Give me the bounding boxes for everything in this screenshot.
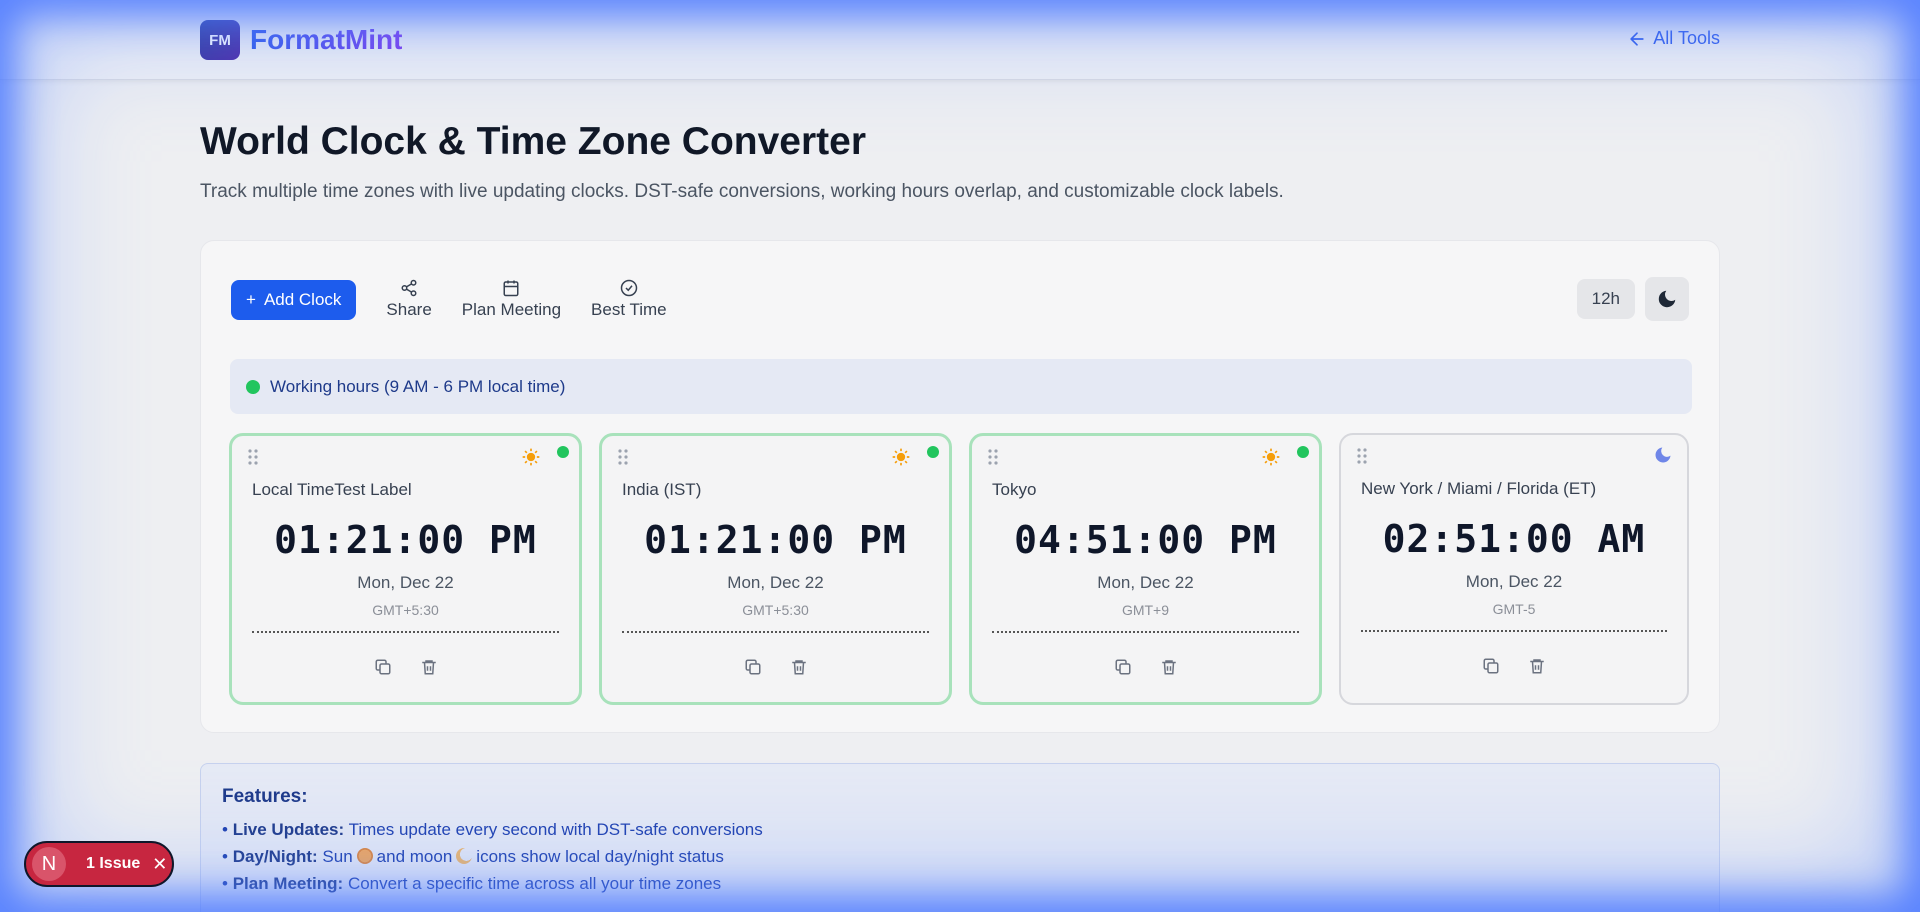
clock-actions: [972, 658, 1319, 676]
feature-text: Sun: [322, 847, 353, 866]
issue-badge[interactable]: N 1 Issue ✕: [24, 841, 174, 887]
feature-text: icons show local day/night status: [476, 847, 724, 866]
best-time-button[interactable]: Best Time: [591, 279, 667, 320]
clock-time: 01:21:00 PM: [644, 518, 907, 562]
copy-icon[interactable]: [1482, 657, 1500, 675]
issue-avatar: N: [32, 847, 66, 881]
features-heading: Features:: [222, 786, 308, 807]
drag-handle-icon[interactable]: [1355, 447, 1369, 465]
clock-label[interactable]: Tokyo: [992, 480, 1036, 500]
divider: [622, 631, 929, 633]
divider: [252, 631, 559, 633]
theme-toggle[interactable]: [1645, 277, 1689, 321]
feature-title: Live Updates:: [232, 820, 345, 839]
clock-label[interactable]: India (IST): [622, 480, 701, 500]
feature-item: • Day/Night: Sun and moon icons show local…: [222, 847, 724, 866]
divider: [992, 631, 1299, 633]
drag-handle-icon[interactable]: [986, 448, 1000, 466]
clock-list: Local TimeTest Label 01:21:00 PM Mon, De…: [229, 433, 1689, 705]
moon-icon: [1658, 290, 1676, 308]
moon-icon: [1655, 447, 1671, 463]
close-icon[interactable]: ✕: [152, 854, 167, 875]
working-status-dot: [927, 446, 939, 458]
sun-icon: [1262, 448, 1280, 466]
clock-actions: [1341, 657, 1687, 675]
calendar-icon: [503, 280, 519, 297]
features-box: Features: • Live Updates: Times update e…: [200, 763, 1720, 912]
toolbar: + Add Clock Share Plan Meeting Best Time: [231, 279, 667, 320]
all-tools-link[interactable]: All Tools: [1627, 28, 1720, 49]
clock-gmt-offset: GMT+5:30: [372, 602, 439, 618]
clock-label[interactable]: New York / Miami / Florida (ET): [1361, 479, 1596, 499]
feature-text: Times update every second with DST-safe …: [348, 820, 763, 839]
plus-icon: +: [246, 289, 256, 309]
drag-handle-icon[interactable]: [246, 448, 260, 466]
clock-date: Mon, Dec 22: [727, 573, 824, 592]
page-subtitle: Track multiple time zones with live upda…: [200, 181, 1284, 202]
sun-emoji-icon: [356, 848, 373, 864]
trash-icon[interactable]: [1528, 657, 1546, 675]
clock-card: India (IST) 01:21:00 PM Mon, Dec 22 GMT+…: [599, 433, 952, 705]
share-icon: [401, 279, 417, 297]
feature-item: • Live Updates: Times update every secon…: [222, 820, 763, 839]
working-status-dot: [557, 446, 569, 458]
share-button[interactable]: Share: [386, 279, 432, 320]
clock-time: 01:21:00 PM: [274, 518, 537, 562]
clock-card: New York / Miami / Florida (ET) 02:51:00…: [1339, 433, 1689, 705]
clock-actions: [602, 658, 949, 676]
working-hours-text: Working hours (9 AM - 6 PM local time): [270, 376, 566, 396]
clock-gmt-offset: GMT+9: [1121, 602, 1170, 618]
clock-card: Tokyo 04:51:00 PM Mon, Dec 22 GMT+9: [969, 433, 1322, 705]
clock-panel: + Add Clock Share Plan Meeting Best Time…: [200, 240, 1720, 733]
clock-card: Local TimeTest Label 01:21:00 PM Mon, De…: [229, 433, 582, 705]
feature-item: • Plan Meeting: Convert a specific time …: [222, 874, 722, 893]
sun-icon: [522, 448, 540, 466]
all-tools-label: All Tools: [1653, 28, 1720, 48]
feature-text: and moon: [376, 847, 453, 866]
plan-meeting-button[interactable]: Plan Meeting: [462, 279, 561, 320]
clock-gmt-offset: GMT+5:30: [742, 602, 809, 618]
add-clock-label: Add Clock: [263, 289, 342, 309]
copy-icon[interactable]: [374, 658, 392, 676]
share-label: Share: [386, 300, 432, 319]
copy-icon[interactable]: [1114, 658, 1132, 676]
working-hours-dot: [246, 379, 260, 394]
clock-date: Mon, Dec 22: [1097, 573, 1194, 592]
clock-date: Mon, Dec 22: [357, 573, 454, 592]
page-title: World Clock & Time Zone Converter: [200, 120, 867, 163]
best-time-label: Best Time: [591, 300, 667, 319]
divider: [1361, 630, 1667, 632]
view-controls: 12h: [1576, 277, 1689, 321]
feature-title: Day/Night:: [232, 847, 318, 866]
drag-handle-icon[interactable]: [616, 448, 630, 466]
clock-actions: [232, 658, 579, 676]
logo[interactable]: FM FormatMint: [200, 20, 402, 60]
working-hours-legend: Working hours (9 AM - 6 PM local time): [230, 359, 1692, 414]
clock-time: 02:51:00 AM: [1382, 517, 1646, 561]
clock-date: Mon, Dec 22: [1465, 572, 1563, 591]
issue-count: 1 Issue: [86, 855, 141, 872]
sun-icon: [892, 448, 910, 466]
feature-title: Plan Meeting:: [232, 874, 344, 893]
add-clock-button[interactable]: + Add Clock: [231, 279, 357, 320]
logo-text: FormatMint: [250, 24, 403, 55]
moon-emoji-icon: [456, 848, 473, 864]
working-status-dot: [1297, 446, 1309, 458]
time-format-toggle[interactable]: 12h: [1576, 279, 1635, 319]
feature-text: Convert a specific time across all your …: [347, 874, 722, 893]
arrow-left-icon: [1630, 31, 1644, 46]
clock-gmt-offset: GMT-5: [1492, 601, 1536, 617]
plan-meeting-label: Plan Meeting: [461, 300, 562, 319]
check-circle-icon: [620, 279, 638, 297]
trash-icon[interactable]: [790, 658, 808, 676]
trash-icon[interactable]: [420, 658, 438, 676]
top-nav: FM FormatMint All Tools: [0, 0, 1920, 80]
clock-time: 04:51:00 PM: [1014, 518, 1277, 562]
trash-icon[interactable]: [1160, 658, 1178, 676]
copy-icon[interactable]: [744, 658, 762, 676]
clock-label[interactable]: Local TimeTest Label: [252, 480, 412, 500]
logo-mark: FM: [200, 20, 240, 60]
